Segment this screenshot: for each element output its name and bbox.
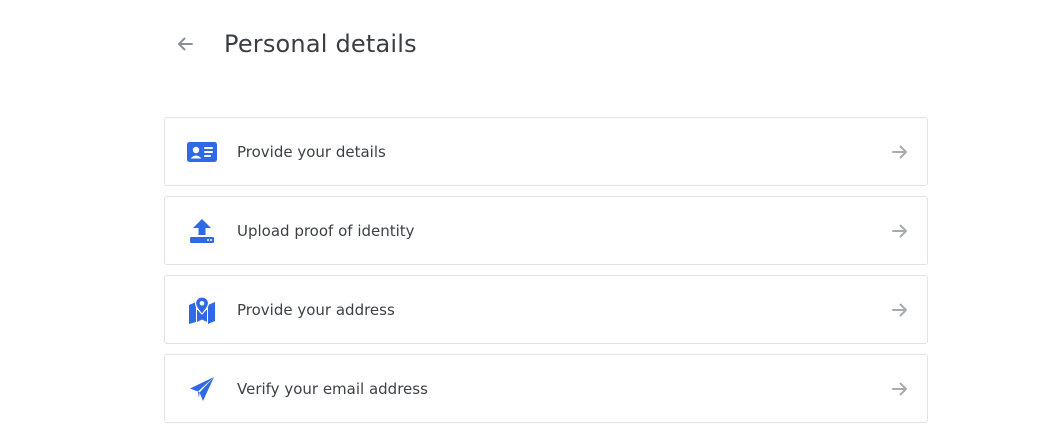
page-header: Personal details: [172, 26, 417, 62]
map-pin-icon: [185, 293, 219, 327]
arrow-right-icon: [889, 378, 911, 400]
page-title: Personal details: [224, 30, 417, 58]
step-label: Upload proof of identity: [237, 221, 415, 240]
step-upload-identity[interactable]: Upload proof of identity: [164, 196, 928, 265]
back-button[interactable]: [172, 31, 198, 57]
upload-icon: [185, 214, 219, 248]
step-provide-details[interactable]: Provide your details: [164, 117, 928, 186]
arrow-left-icon: [178, 37, 193, 51]
step-provide-address[interactable]: Provide your address: [164, 275, 928, 344]
step-label: Verify your email address: [237, 379, 428, 398]
steps-list: Provide your details Upload proof of ide…: [164, 117, 928, 423]
step-label: Provide your details: [237, 142, 386, 161]
step-verify-email[interactable]: Verify your email address: [164, 354, 928, 423]
arrow-right-icon: [889, 141, 911, 163]
id-card-icon: [185, 135, 219, 169]
arrow-right-icon: [889, 220, 911, 242]
personal-details-page: Personal details Provide your details Up…: [0, 0, 1058, 441]
paper-plane-icon: [185, 372, 219, 406]
arrow-right-icon: [889, 299, 911, 321]
step-label: Provide your address: [237, 300, 395, 319]
